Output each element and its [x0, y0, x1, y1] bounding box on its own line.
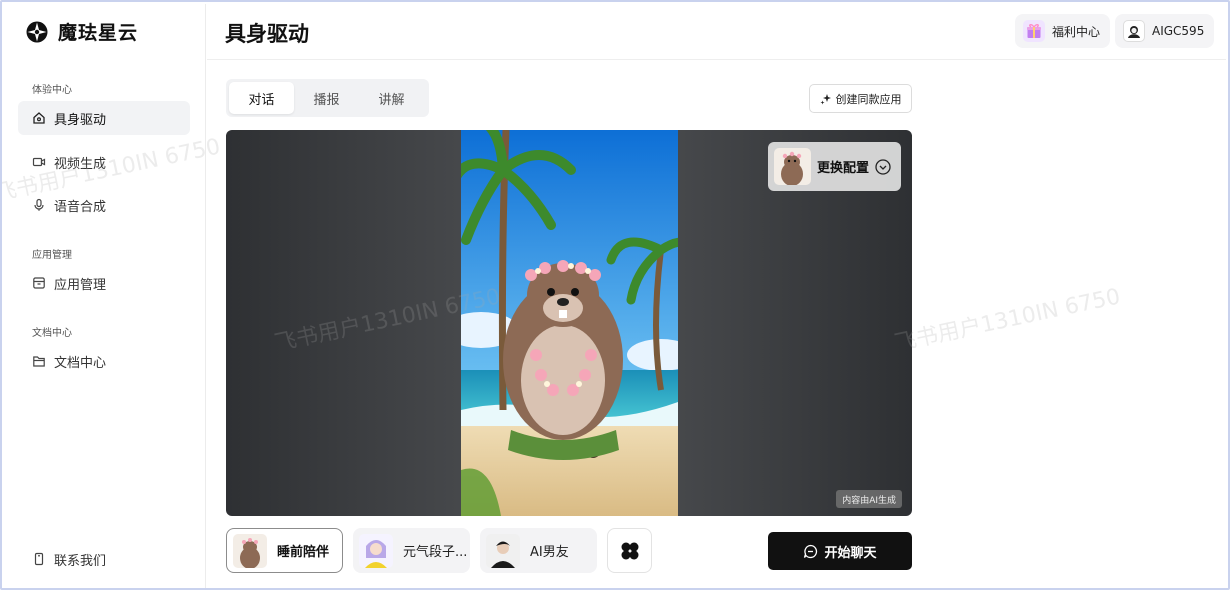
logo[interactable]: 魔珐星云 [26, 18, 138, 45]
user-menu-button[interactable]: AIGC595 [1115, 14, 1215, 48]
character-label: AI男友 [530, 545, 569, 560]
beaver-character-image [461, 130, 678, 516]
sidebar-item-label: 视频生成 [54, 156, 107, 172]
ai-generated-badge: 内容由AI生成 [836, 490, 902, 508]
four-leaf-icon [621, 542, 638, 559]
sidebar-item-label: 文档中心 [54, 355, 107, 371]
tab-broadcast[interactable]: 播报 [294, 82, 359, 114]
more-characters-button[interactable] [607, 528, 652, 573]
gift-icon [1023, 20, 1045, 42]
folder-icon [33, 356, 45, 367]
welfare-center-label: 福利中心 [1052, 24, 1101, 39]
start-chat-button[interactable]: 开始聊天 [768, 532, 912, 570]
sidebar-item-speech-synthesis[interactable]: 语音合成 [18, 188, 190, 222]
app-name: 魔珐星云 [58, 22, 139, 44]
contact-us-label: 联系我们 [54, 553, 107, 569]
character-thumbnail [359, 533, 393, 568]
group-title-docs: 文档中心 [32, 328, 72, 339]
top-header: 具身驱动 福利中心 AIGC595 [207, 4, 1226, 60]
beach-scene [461, 130, 678, 516]
welfare-center-button[interactable]: 福利中心 [1015, 14, 1111, 48]
watermark: 飞书用户1310IN 6750 [892, 284, 1123, 357]
tab-explain[interactable]: 讲解 [359, 82, 424, 114]
sidebar-item-docs[interactable]: 文档中心 [18, 344, 190, 378]
sidebar-item-video-generation[interactable]: 视频生成 [18, 145, 190, 179]
character-thumbnail [233, 533, 267, 568]
app-window: 魔珐星云 体验中心 具身驱动 视频生成 语音合成 应用管理 应用管理 文档中心 … [0, 0, 1230, 590]
sparkle-icon [820, 93, 831, 104]
microphone-icon [34, 198, 44, 211]
mode-tabs: 对话 播报 讲解 [226, 79, 429, 117]
sidebar-item-app-management[interactable]: 应用管理 [18, 266, 190, 300]
video-camera-icon [32, 157, 46, 167]
character-label: 元气段子... [403, 545, 468, 560]
avatar-stage: 更换配置 内容由AI生成 [226, 130, 912, 516]
character-card-bedtime[interactable]: 睡前陪伴 [226, 528, 343, 573]
chevron-down-circle-icon [875, 158, 891, 175]
contact-us-link[interactable]: 联系我们 [18, 542, 190, 576]
change-config-label: 更换配置 [817, 161, 870, 176]
character-label: 睡前陪伴 [277, 545, 330, 560]
user-name: AIGC595 [1152, 24, 1205, 38]
sidebar-item-embodied-drive[interactable]: 具身驱动 [18, 101, 190, 135]
character-card-ai-boyfriend[interactable]: AI男友 [480, 528, 597, 573]
tab-dialogue[interactable]: 对话 [229, 82, 294, 114]
sidebar-item-label: 具身驱动 [54, 112, 107, 128]
sidebar: 魔珐星云 体验中心 具身驱动 视频生成 语音合成 应用管理 应用管理 文档中心 … [4, 4, 206, 588]
page-title: 具身驱动 [225, 22, 309, 46]
sidebar-item-label: 语音合成 [54, 199, 107, 215]
group-title-app-management: 应用管理 [32, 250, 72, 261]
phone-icon [34, 552, 44, 566]
chat-bubble-icon [804, 544, 818, 558]
avatar-icon [1123, 20, 1145, 42]
logo-icon [26, 21, 48, 42]
create-same-app-button[interactable]: 创建同款应用 [809, 84, 912, 113]
sidebar-item-label: 应用管理 [54, 277, 107, 293]
character-thumbnail [486, 533, 520, 568]
config-avatar-thumbnail [774, 148, 811, 185]
app-box-icon [33, 277, 45, 289]
start-chat-label: 开始聊天 [824, 545, 877, 561]
home-icon [33, 112, 45, 124]
group-title-experience: 体验中心 [32, 85, 72, 96]
character-card-energetic[interactable]: 元气段子... [353, 528, 470, 573]
change-config-button[interactable]: 更换配置 [768, 142, 901, 191]
create-same-app-label: 创建同款应用 [835, 92, 902, 106]
